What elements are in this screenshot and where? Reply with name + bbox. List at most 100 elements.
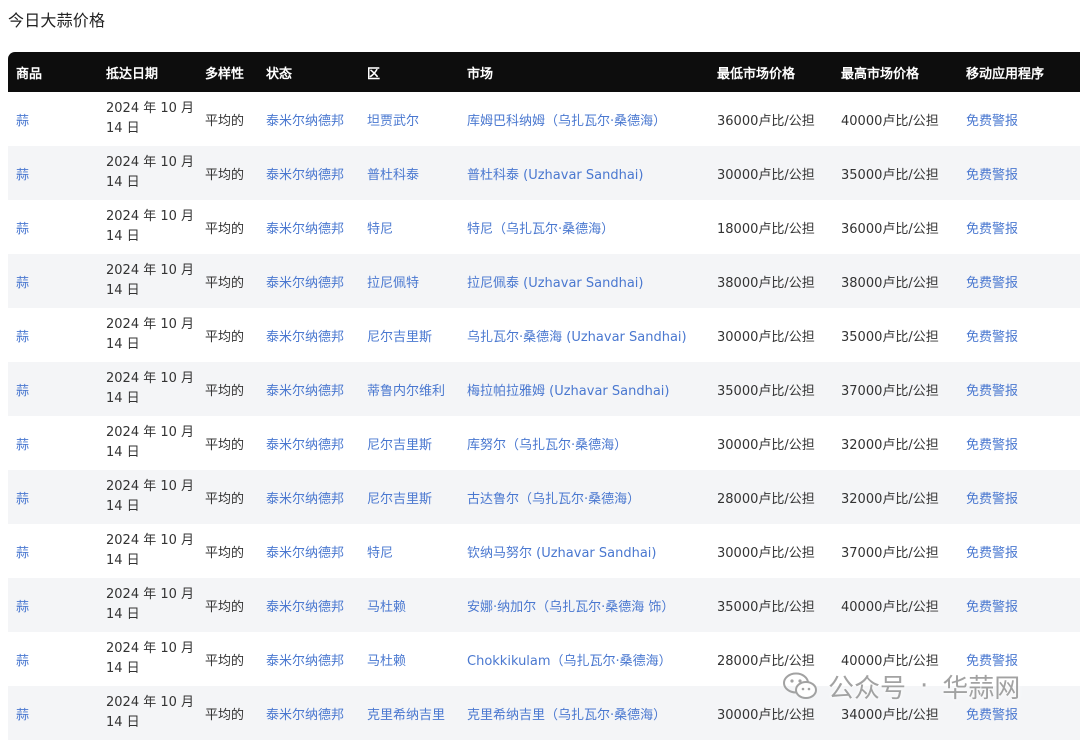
district-link[interactable]: 尼尔吉里斯: [367, 330, 432, 345]
commodity-link[interactable]: 蒜: [16, 708, 29, 723]
free-alert-link[interactable]: 免费警报: [966, 600, 1018, 615]
free-alert-link[interactable]: 免费警报: [966, 222, 1018, 237]
variety-text: 平均的: [205, 221, 245, 237]
max-price: 36000卢比/公担: [841, 221, 939, 237]
free-alert-link[interactable]: 免费警报: [966, 114, 1018, 129]
district-link[interactable]: 马杜赖: [367, 654, 406, 669]
arrival-date: 2024 年 10 月 14 日: [98, 578, 197, 632]
table-row: 蒜 2024 年 10 月 14 日 平均的 泰米尔纳德邦 特尼 钦纳马努尔 (U…: [8, 524, 1080, 578]
state-link[interactable]: 泰米尔纳德邦: [266, 546, 344, 561]
free-alert-link[interactable]: 免费警报: [966, 330, 1018, 345]
header-max-price: 最高市场价格: [833, 52, 958, 92]
max-price: 40000卢比/公担: [841, 599, 939, 615]
variety-text: 平均的: [205, 437, 245, 453]
free-alert-link[interactable]: 免费警报: [966, 168, 1018, 183]
header-market: 市场: [459, 52, 709, 92]
watermark: 公众号 · 华蒜网: [782, 666, 1020, 706]
table-row: 蒜 2024 年 10 月 14 日 平均的 泰米尔纳德邦 特尼 特尼（乌扎瓦尔·…: [8, 200, 1080, 254]
market-link[interactable]: 乌扎瓦尔·桑德海 (Uzhavar Sandhai): [467, 330, 687, 345]
price-table: 商品 抵达日期 多样性 状态 区 市场 最低市场价格 最高市场价格 移动应用程序…: [8, 52, 1080, 740]
district-link[interactable]: 马杜赖: [367, 600, 406, 615]
price-table-container: 商品 抵达日期 多样性 状态 区 市场 最低市场价格 最高市场价格 移动应用程序…: [8, 52, 1080, 740]
arrival-date: 2024 年 10 月 14 日: [98, 92, 197, 146]
header-variety: 多样性: [197, 52, 258, 92]
min-price: 36000卢比/公担: [717, 113, 815, 129]
table-row: 蒜 2024 年 10 月 14 日 平均的 泰米尔纳德邦 普杜科泰 普杜科泰 (…: [8, 146, 1080, 200]
variety-text: 平均的: [205, 167, 245, 183]
state-link[interactable]: 泰米尔纳德邦: [266, 222, 344, 237]
arrival-date: 2024 年 10 月 14 日: [98, 470, 197, 524]
arrival-date: 2024 年 10 月 14 日: [98, 524, 197, 578]
table-row: 蒜 2024 年 10 月 14 日 平均的 泰米尔纳德邦 坦贾武尔 库姆巴科纳姆…: [8, 92, 1080, 146]
commodity-link[interactable]: 蒜: [16, 276, 29, 291]
state-link[interactable]: 泰米尔纳德邦: [266, 114, 344, 129]
state-link[interactable]: 泰米尔纳德邦: [266, 600, 344, 615]
district-link[interactable]: 特尼: [367, 222, 393, 237]
district-link[interactable]: 尼尔吉里斯: [367, 492, 432, 507]
district-link[interactable]: 特尼: [367, 546, 393, 561]
free-alert-link[interactable]: 免费警报: [966, 276, 1018, 291]
district-link[interactable]: 普杜科泰: [367, 168, 419, 183]
commodity-link[interactable]: 蒜: [16, 546, 29, 561]
min-price: 35000卢比/公担: [717, 599, 815, 615]
header-state: 状态: [258, 52, 359, 92]
min-price: 30000卢比/公担: [717, 329, 815, 345]
district-link[interactable]: 拉尼佩特: [367, 276, 419, 291]
free-alert-link[interactable]: 免费警报: [966, 384, 1018, 399]
market-link[interactable]: 克里希纳吉里（乌扎瓦尔·桑德海）: [467, 708, 666, 723]
commodity-link[interactable]: 蒜: [16, 438, 29, 453]
state-link[interactable]: 泰米尔纳德邦: [266, 384, 344, 399]
free-alert-link[interactable]: 免费警报: [966, 546, 1018, 561]
commodity-link[interactable]: 蒜: [16, 384, 29, 399]
state-link[interactable]: 泰米尔纳德邦: [266, 708, 344, 723]
commodity-link[interactable]: 蒜: [16, 492, 29, 507]
market-link[interactable]: 安娜·纳加尔（乌扎瓦尔·桑德海 饰）: [467, 600, 674, 615]
market-link[interactable]: 拉尼佩泰 (Uzhavar Sandhai): [467, 276, 643, 291]
free-alert-link[interactable]: 免费警报: [966, 492, 1018, 507]
district-link[interactable]: 尼尔吉里斯: [367, 438, 432, 453]
district-link[interactable]: 坦贾武尔: [367, 114, 419, 129]
market-link[interactable]: 古达鲁尔（乌扎瓦尔·桑德海）: [467, 492, 640, 507]
variety-text: 平均的: [205, 491, 245, 507]
market-link[interactable]: 钦纳马努尔 (Uzhavar Sandhai): [467, 546, 656, 561]
district-link[interactable]: 克里希纳吉里: [367, 708, 445, 723]
commodity-link[interactable]: 蒜: [16, 114, 29, 129]
state-link[interactable]: 泰米尔纳德邦: [266, 276, 344, 291]
market-link[interactable]: 库努尔（乌扎瓦尔·桑德海）: [467, 438, 627, 453]
district-link[interactable]: 蒂鲁内尔维利: [367, 384, 445, 399]
header-mobile-app: 移动应用程序: [958, 52, 1080, 92]
arrival-date: 2024 年 10 月 14 日: [98, 632, 197, 686]
arrival-date: 2024 年 10 月 14 日: [98, 362, 197, 416]
market-link[interactable]: 普杜科泰 (Uzhavar Sandhai): [467, 168, 643, 183]
state-link[interactable]: 泰米尔纳德邦: [266, 654, 344, 669]
state-link[interactable]: 泰米尔纳德邦: [266, 330, 344, 345]
wechat-icon: [783, 672, 817, 699]
arrival-date: 2024 年 10 月 14 日: [98, 416, 197, 470]
free-alert-link[interactable]: 免费警报: [966, 708, 1018, 723]
table-row: 蒜 2024 年 10 月 14 日 平均的 泰米尔纳德邦 尼尔吉里斯 库努尔（乌…: [8, 416, 1080, 470]
header-min-price: 最低市场价格: [709, 52, 833, 92]
min-price: 30000卢比/公担: [717, 167, 815, 183]
free-alert-link[interactable]: 免费警报: [966, 438, 1018, 453]
header-district: 区: [359, 52, 459, 92]
arrival-date: 2024 年 10 月 14 日: [98, 308, 197, 362]
arrival-date: 2024 年 10 月 14 日: [98, 686, 197, 740]
variety-text: 平均的: [205, 383, 245, 399]
market-link[interactable]: Chokkikulam（乌扎瓦尔·桑德海）: [467, 654, 672, 669]
commodity-link[interactable]: 蒜: [16, 330, 29, 345]
market-link[interactable]: 特尼（乌扎瓦尔·桑德海）: [467, 222, 614, 237]
max-price: 38000卢比/公担: [841, 275, 939, 291]
variety-text: 平均的: [205, 545, 245, 561]
max-price: 34000卢比/公担: [841, 707, 939, 723]
market-link[interactable]: 库姆巴科纳姆（乌扎瓦尔·桑德海）: [467, 114, 666, 129]
max-price: 35000卢比/公担: [841, 329, 939, 345]
commodity-link[interactable]: 蒜: [16, 168, 29, 183]
commodity-link[interactable]: 蒜: [16, 222, 29, 237]
commodity-link[interactable]: 蒜: [16, 600, 29, 615]
commodity-link[interactable]: 蒜: [16, 654, 29, 669]
variety-text: 平均的: [205, 113, 245, 129]
state-link[interactable]: 泰米尔纳德邦: [266, 168, 344, 183]
state-link[interactable]: 泰米尔纳德邦: [266, 492, 344, 507]
market-link[interactable]: 梅拉帕拉雅姆 (Uzhavar Sandhai): [467, 384, 669, 399]
state-link[interactable]: 泰米尔纳德邦: [266, 438, 344, 453]
